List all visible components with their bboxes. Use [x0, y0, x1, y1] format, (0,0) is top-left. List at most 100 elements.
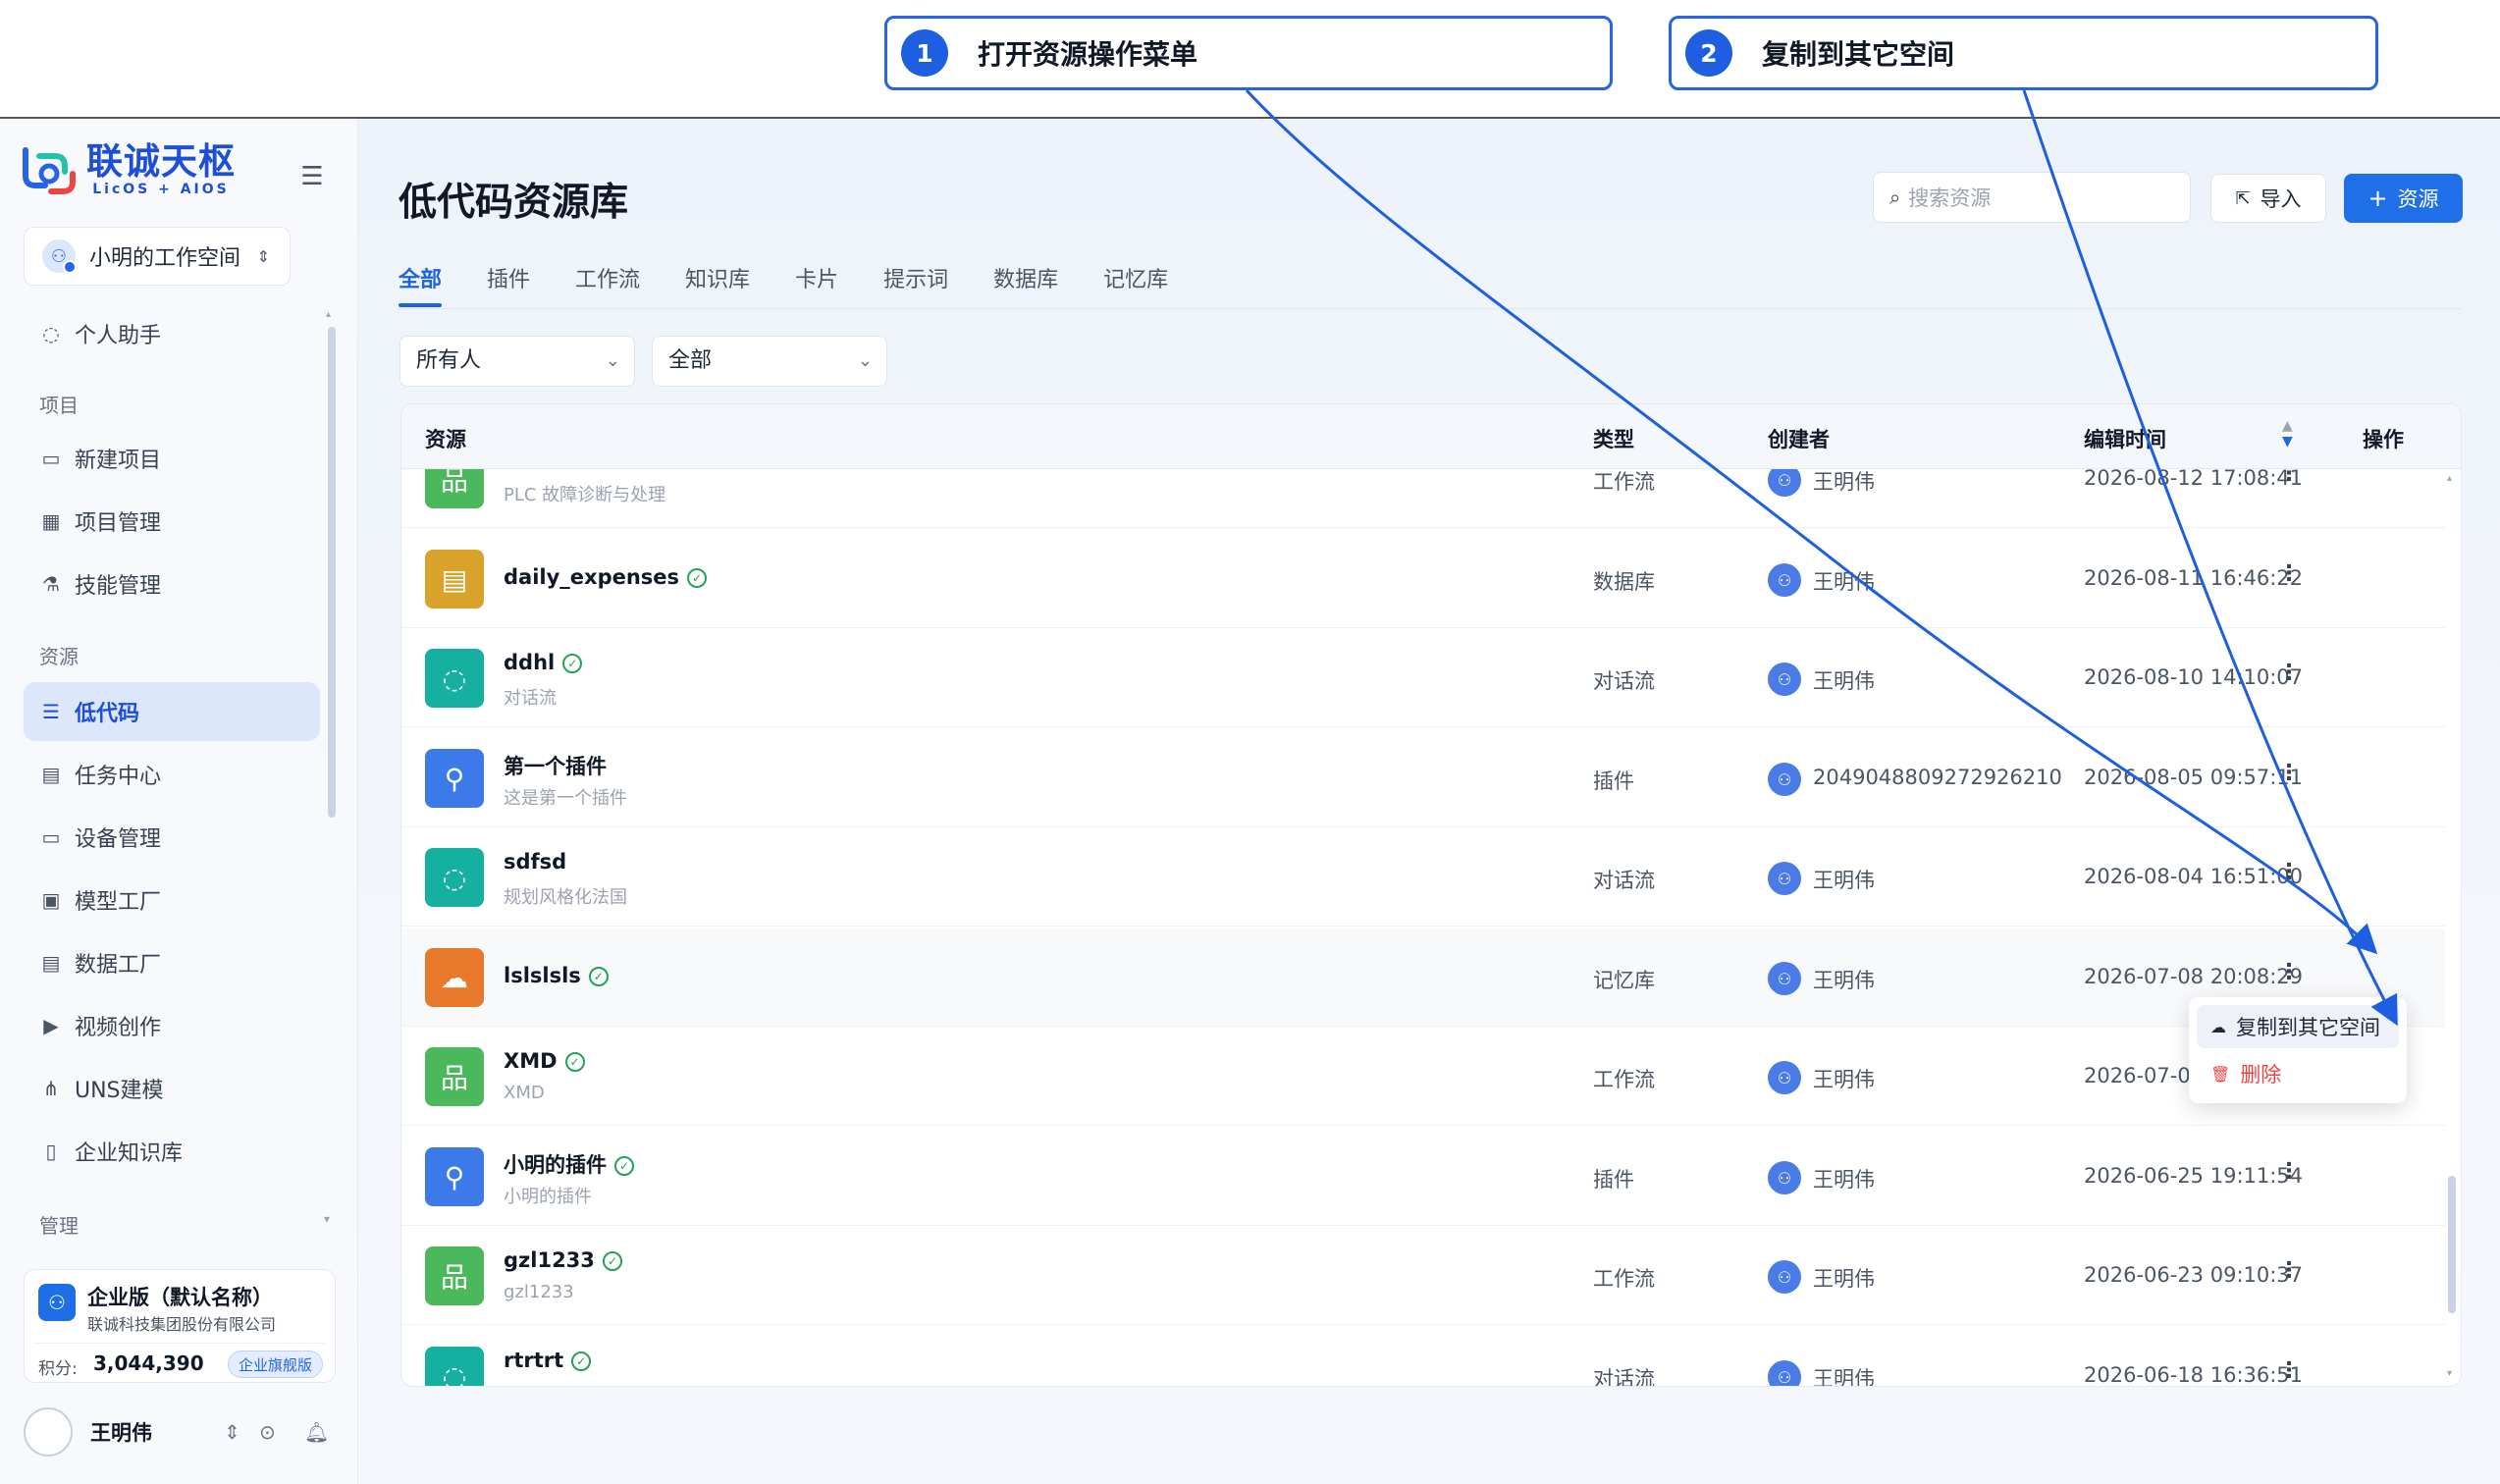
resource-edit-time: 2026-06-18 16:36:51: [2084, 1363, 2304, 1387]
resource-desc: 士大夫士大夫: [504, 1382, 610, 1386]
resource-name[interactable]: 小明的插件 ✓: [504, 1149, 634, 1179]
add-resource-button[interactable]: + 资源: [2344, 174, 2463, 223]
resource-edit-time: 2026-08-12 17:08:41: [2084, 469, 2304, 490]
trash-icon: 🗑︎: [2210, 1064, 2231, 1084]
resource-edit-time: 2026-07-02: [2084, 1064, 2205, 1087]
org-card[interactable]: ⚇ 企业版（默认名称） 联诚科技集团股份有限公司 积分: 3,044,390 企…: [24, 1269, 336, 1383]
sidebar-item-label: 新建项目: [75, 449, 162, 473]
more-actions-icon[interactable]: ⋮: [2274, 761, 2304, 796]
type-filter-select[interactable]: 全部 ⌄: [652, 336, 887, 387]
sidebar-item-uns[interactable]: ⋔ UNS建模: [24, 1059, 318, 1118]
chevron-down-icon[interactable]: ▾: [324, 1212, 330, 1226]
brand-logo[interactable]: 联诚天枢 LicOS + AIOS: [22, 142, 236, 197]
chevron-circle-icon[interactable]: ⊙: [259, 1420, 276, 1444]
sidebar-item-model-factory[interactable]: ▣ 模型工厂: [24, 871, 318, 929]
table-row[interactable]: ☁ lslslsls ✓ 记忆库 ⚇ 王明伟 2026-07-08 20:08:29 ⋮: [401, 928, 2445, 1027]
resource-edit-time: 2026-06-25 19:11:54: [2084, 1164, 2304, 1188]
more-actions-icon[interactable]: ⋮: [2274, 469, 2304, 497]
verified-check-icon: ✓: [562, 654, 583, 673]
tab-4[interactable]: 卡片: [795, 262, 838, 311]
tab-0[interactable]: 全部: [399, 262, 443, 311]
bell-icon[interactable]: 🔔︎: [304, 1420, 329, 1444]
creator-avatar-icon: ⚇: [1768, 1061, 1801, 1094]
tab-5[interactable]: 提示词: [883, 262, 948, 311]
workflow-icon: 品: [425, 1246, 484, 1305]
resource-creator: 王明伟: [1813, 869, 1875, 892]
resource-name[interactable]: ddhl ✓: [504, 651, 583, 674]
sort-icon[interactable]: ▲ ▼: [2282, 418, 2293, 450]
calendar-icon: ▤: [41, 763, 61, 786]
resource-name[interactable]: XMD ✓: [504, 1049, 585, 1073]
resource-table: 资源 类型 创建者 编辑时间 ▲ ▼ 操作 品 PLC 故障诊断与处理 工作流 ⚇ 王明伟…: [400, 403, 2462, 1387]
sidebar-item-label: 项目管理: [75, 511, 162, 536]
tab-6[interactable]: 数据库: [993, 262, 1058, 311]
table-row[interactable]: ◌ sdfsd 规划风格化法国 对话流 ⚇ 王明伟 2026-08-04 16:51:00 ⋮: [401, 828, 2445, 927]
tab-3[interactable]: 知识库: [685, 262, 750, 311]
more-actions-icon[interactable]: ⋮: [2274, 661, 2304, 696]
resource-edit-time: 2026-08-11 16:46:22: [2084, 566, 2304, 590]
owner-filter-value: 所有人: [416, 348, 482, 373]
delete-label: 删除: [2240, 1063, 2282, 1086]
import-button[interactable]: ⇱ 导入: [2210, 174, 2326, 223]
scroll-down-icon[interactable]: ▾: [2447, 1368, 2452, 1379]
sidebar-item-video[interactable]: ▶ 视频创作: [24, 996, 318, 1055]
resource-name[interactable]: gzl1233 ✓: [504, 1248, 622, 1272]
sidebar-item-task-center[interactable]: ▤ 任务中心: [24, 745, 318, 804]
sidebar-item-knowledge-base[interactable]: ▯ 企业知识库: [24, 1122, 318, 1181]
delete-menu-item[interactable]: 🗑︎ 删除: [2197, 1052, 2399, 1095]
updown-chevron-icon[interactable]: ⇕: [224, 1420, 240, 1444]
resource-name[interactable]: daily_expenses ✓: [504, 565, 708, 589]
flask-icon: ⚗: [42, 572, 60, 596]
table-row[interactable]: 品XMD✓XMD工作流⚇王明伟2026-07-02⋮: [401, 1028, 2445, 1126]
resource-name[interactable]: lslslsls ✓: [504, 964, 609, 987]
tab-1[interactable]: 插件: [487, 262, 530, 311]
copy-to-space-menu-item[interactable]: ☁ 复制到其它空间: [2197, 1005, 2399, 1048]
sidebar-item-assistant[interactable]: ◌ 个人助手: [24, 304, 318, 363]
search-input[interactable]: ⌕ 搜索资源: [1873, 172, 2191, 223]
resource-desc: XMD: [504, 1083, 545, 1103]
col-edited[interactable]: 编辑时间: [2084, 424, 2166, 453]
more-actions-icon[interactable]: ⋮: [2274, 860, 2304, 895]
type-filter-value: 全部: [668, 348, 713, 373]
table-row[interactable]: 品 gzl1233 ✓ gzl1233 工作流 ⚇ 王明伟 2026-06-23 09:10:…: [401, 1227, 2445, 1325]
resource-name[interactable]: sdfsd: [504, 850, 566, 874]
sidebar-scrollbar[interactable]: [328, 327, 336, 818]
scroll-up-icon[interactable]: ▴: [2447, 473, 2452, 484]
collapse-sidebar-icon[interactable]: ☰: [296, 162, 328, 193]
app-window: 联诚天枢 LicOS + AIOS ☰ ⚇ 小明的工作空间 ⇕ ◌ 个人助手 项目…: [0, 117, 2500, 1484]
sidebar-item-data-factory[interactable]: ▤ 数据工厂: [24, 933, 318, 992]
creator-avatar-icon: ⚇: [1768, 763, 1801, 796]
more-actions-icon[interactable]: ⋮: [2274, 1258, 2304, 1294]
table-row[interactable]: ◌ ddhl ✓ 对话流 对话流 ⚇ 王明伟 2026-08-10 14:10:07 ⋮: [401, 629, 2445, 727]
resource-name[interactable]: 第一个插件: [504, 751, 607, 780]
resource-type: 工作流: [1593, 470, 1655, 494]
sidebar-item-skill-mgmt[interactable]: ⚗ 技能管理: [24, 555, 318, 613]
sidebar-item-new-project[interactable]: ▭ 新建项目: [24, 429, 318, 488]
tab-2[interactable]: 工作流: [575, 262, 640, 311]
more-actions-icon[interactable]: ⋮: [2274, 1159, 2304, 1194]
resource-action-menu: ☁ 复制到其它空间 🗑︎ 删除: [2189, 997, 2407, 1103]
sidebar-item-project-mgmt[interactable]: ▦ 项目管理: [24, 492, 318, 551]
memory-icon: ☁: [425, 948, 484, 1007]
user-profile[interactable]: 王明伟 ⇕ ⊙ 🔔︎: [24, 1404, 338, 1459]
workspace-switcher[interactable]: ⚇ 小明的工作空间 ⇕: [24, 227, 291, 286]
more-actions-icon[interactable]: ⋮: [2274, 960, 2304, 995]
more-actions-icon[interactable]: ⋮: [2274, 561, 2304, 597]
resource-name[interactable]: rtrtrt ✓: [504, 1349, 592, 1372]
tab-7[interactable]: 记忆库: [1103, 262, 1168, 311]
table-row[interactable]: ⚲ 小明的插件 ✓ 小明的插件 插件 ⚇ 王明伟 2026-06-25 19:11:54 ⋮: [401, 1128, 2445, 1226]
table-row[interactable]: ▤ daily_expenses ✓ 数据库 ⚇ 王明伟 2026-08-11 16:46:…: [401, 530, 2445, 628]
table-scrollbar[interactable]: [2448, 1176, 2456, 1313]
sidebar-item-device-mgmt[interactable]: ▭ 设备管理: [24, 808, 318, 867]
owner-filter-select[interactable]: 所有人 ⌄: [399, 336, 635, 387]
resource-edit-time: 2026-08-05 09:57:11: [2084, 766, 2304, 789]
plugin-icon: ⚲: [425, 749, 484, 808]
section-label-resource: 资源: [39, 645, 79, 668]
more-actions-icon[interactable]: ⋮: [2274, 1358, 2304, 1386]
table-row[interactable]: ⚲ 第一个插件 这是第一个插件 插件 ⚇ 2049048809272926210 2026-…: [401, 729, 2445, 827]
table-row[interactable]: 品 PLC 故障诊断与处理 工作流 ⚇ 王明伟 2026-08-12 17:08:41 ⋮: [401, 469, 2445, 528]
scroll-up-icon[interactable]: ▴: [326, 309, 331, 320]
sidebar-item-lowcode[interactable]: ☰ 低代码: [24, 682, 320, 741]
table-row[interactable]: ◌ rtrtrt✓ 士大夫士大夫 对话流 ⚇ 王明伟 2026-06-18 16:36:51…: [401, 1327, 2445, 1387]
book-icon: ▯: [45, 1140, 57, 1163]
